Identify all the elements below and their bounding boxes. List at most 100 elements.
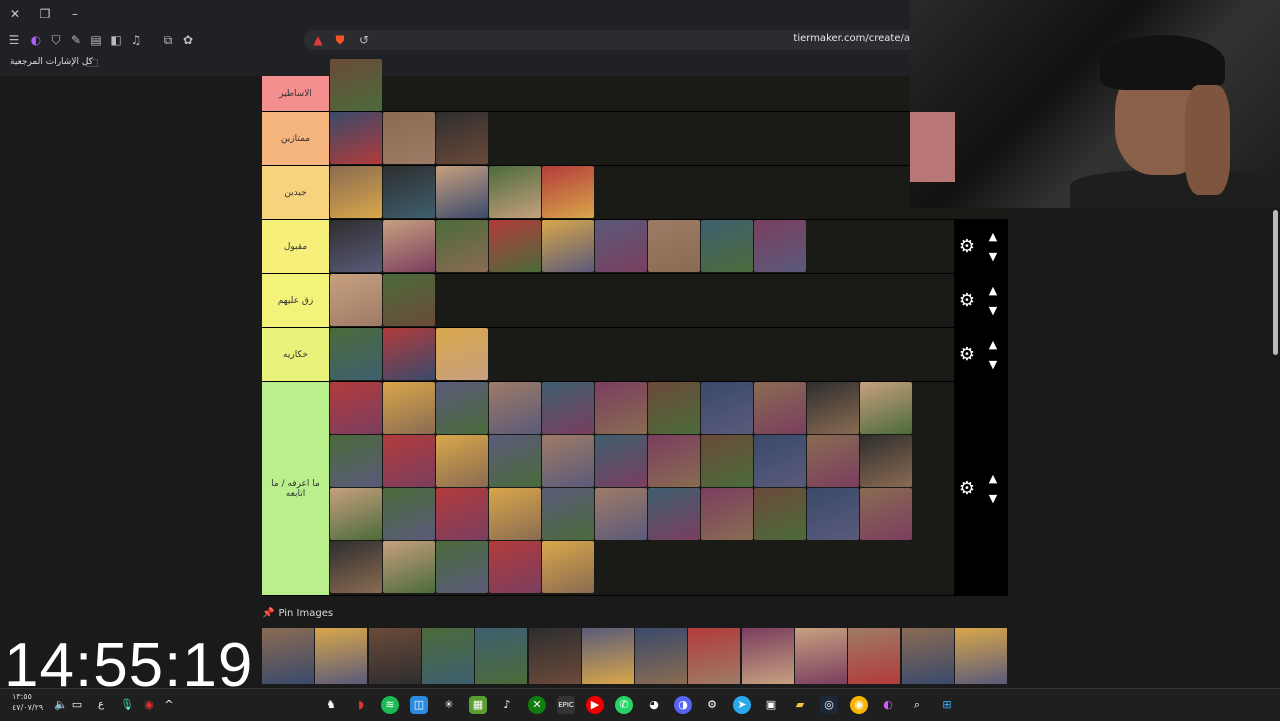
tier-image[interactable] xyxy=(383,112,435,164)
language-indicator[interactable]: ع xyxy=(92,696,110,714)
settings-icon[interactable]: ⚙ xyxy=(703,696,721,714)
spotify-icon[interactable]: ≋ xyxy=(381,696,399,714)
tier-image[interactable] xyxy=(436,220,488,272)
tier-image[interactable] xyxy=(701,435,753,487)
tier-label[interactable]: جيدين xyxy=(262,166,329,219)
tier-image[interactable] xyxy=(489,382,541,434)
pool-image[interactable] xyxy=(475,628,528,684)
tray-date[interactable]: ٤٧/٠٧/٢٩ xyxy=(12,703,43,712)
tier-image[interactable] xyxy=(330,166,382,218)
reload-icon[interactable]: ↺ xyxy=(356,32,372,48)
steam-icon[interactable]: ◎ xyxy=(820,696,838,714)
opera-gx-icon[interactable]: ◐ xyxy=(879,696,897,714)
app-icon-4[interactable]: ✳ xyxy=(440,696,458,714)
tier-image[interactable] xyxy=(330,59,382,111)
tier-image[interactable] xyxy=(489,541,541,593)
pool-image[interactable] xyxy=(581,628,634,684)
search-icon[interactable]: ⌕ xyxy=(908,696,926,714)
pool-image[interactable] xyxy=(528,628,581,684)
music-icon[interactable]: ♫ xyxy=(128,32,144,48)
tier-label[interactable]: الاساطير xyxy=(262,76,329,111)
tier-image[interactable] xyxy=(489,435,541,487)
app-icon-1[interactable]: ♞ xyxy=(322,696,340,714)
address-bar[interactable]: ▲ ⛊ ↺ tiermaker.com/create/a xyxy=(304,30,910,50)
folder-icon[interactable]: 🗀 xyxy=(84,55,100,71)
tier-label[interactable]: زق عليهم xyxy=(262,274,329,327)
tier-image[interactable] xyxy=(330,382,382,434)
tier-image[interactable] xyxy=(754,220,806,272)
tier-label[interactable]: خكاريه xyxy=(262,328,329,381)
minecraft-icon[interactable]: ▦ xyxy=(469,696,487,714)
restore-icon[interactable]: ❐ xyxy=(36,5,54,23)
aria-icon[interactable]: ◐ xyxy=(28,32,44,48)
tier-move-down-icon[interactable]: ▼ xyxy=(986,492,1000,505)
store-icon[interactable]: ▣ xyxy=(762,696,780,714)
tier-image[interactable] xyxy=(648,435,700,487)
tier-image[interactable] xyxy=(807,435,859,487)
app-icon-2[interactable]: ◗ xyxy=(352,696,370,714)
pool-image[interactable] xyxy=(741,628,794,684)
tier-move-down-icon[interactable]: ▼ xyxy=(986,304,1000,317)
extensions-icon[interactable]: ✿ xyxy=(180,32,196,48)
tier-image[interactable] xyxy=(383,382,435,434)
tier-image[interactable] xyxy=(860,382,912,434)
pool-image[interactable] xyxy=(635,628,688,684)
pin-icon[interactable]: ✎ xyxy=(68,32,84,48)
tier-image[interactable] xyxy=(648,488,700,540)
tier-image[interactable] xyxy=(595,382,647,434)
pool-image[interactable] xyxy=(795,628,847,684)
pin-images-toggle[interactable]: 📌 Pin Images xyxy=(262,608,333,619)
discord-icon[interactable]: ◑ xyxy=(674,696,692,714)
chevron-up-icon[interactable]: ^ xyxy=(160,696,178,714)
tier-image[interactable] xyxy=(330,488,382,540)
xbox-icon[interactable]: ✕ xyxy=(528,696,546,714)
screenshot-icon[interactable]: ⧉ xyxy=(160,32,176,48)
pool-image[interactable] xyxy=(954,628,1007,684)
tier-image[interactable] xyxy=(436,166,488,218)
tier-image[interactable] xyxy=(701,382,753,434)
tier-image[interactable] xyxy=(807,488,859,540)
tier-image[interactable] xyxy=(383,166,435,218)
tier-image[interactable] xyxy=(489,166,541,218)
tier-image[interactable] xyxy=(754,435,806,487)
network-icon[interactable]: ▭ xyxy=(68,696,86,714)
tier-move-down-icon[interactable]: ▼ xyxy=(986,358,1000,371)
page-scrollbar[interactable] xyxy=(1273,210,1278,355)
tier-image[interactable] xyxy=(383,541,435,593)
tier-image[interactable] xyxy=(489,488,541,540)
tier-image[interactable] xyxy=(701,220,753,272)
pool-image[interactable] xyxy=(368,628,421,684)
app-icon-5[interactable]: ◕ xyxy=(645,696,663,714)
tier-move-up-icon[interactable]: ▲ xyxy=(986,472,1000,485)
app-icon-3[interactable]: ◫ xyxy=(410,696,428,714)
tier-settings-gear-icon[interactable]: ⚙ xyxy=(958,237,976,256)
pool-image[interactable] xyxy=(262,628,314,684)
tier-image[interactable] xyxy=(489,220,541,272)
tier-image[interactable] xyxy=(383,220,435,272)
tier-image[interactable] xyxy=(648,220,700,272)
tier-image[interactable] xyxy=(330,328,382,380)
mic-icon[interactable]: 🎙 xyxy=(118,696,136,714)
tier-image[interactable] xyxy=(542,220,594,272)
tiktok-icon[interactable]: ♪ xyxy=(498,696,516,714)
epic-icon[interactable]: EPIC xyxy=(557,696,575,714)
whatsapp-icon[interactable]: ✆ xyxy=(615,696,633,714)
pool-image[interactable] xyxy=(901,628,954,684)
pool-image[interactable] xyxy=(315,628,368,684)
menu-icon[interactable]: ☰ xyxy=(6,32,22,48)
tier-image[interactable] xyxy=(595,220,647,272)
tier-image[interactable] xyxy=(330,435,382,487)
tier-move-up-icon[interactable]: ▲ xyxy=(986,338,1000,351)
tier-label[interactable]: ما اعرفه / ما اتابعه xyxy=(262,382,329,595)
tier-image[interactable] xyxy=(648,382,700,434)
tier-move-up-icon[interactable]: ▲ xyxy=(986,230,1000,243)
tier-image[interactable] xyxy=(807,382,859,434)
tray-time[interactable]: ١٣:٥٥ xyxy=(12,692,32,701)
tier-image[interactable] xyxy=(436,435,488,487)
tier-image[interactable] xyxy=(542,488,594,540)
tier-image[interactable] xyxy=(701,488,753,540)
tier-image[interactable] xyxy=(383,488,435,540)
windows-start-icon[interactable]: ⊞ xyxy=(938,696,956,714)
shield-icon[interactable]: ⛉ xyxy=(48,32,64,48)
tier-label[interactable]: ممتازين xyxy=(262,112,329,165)
